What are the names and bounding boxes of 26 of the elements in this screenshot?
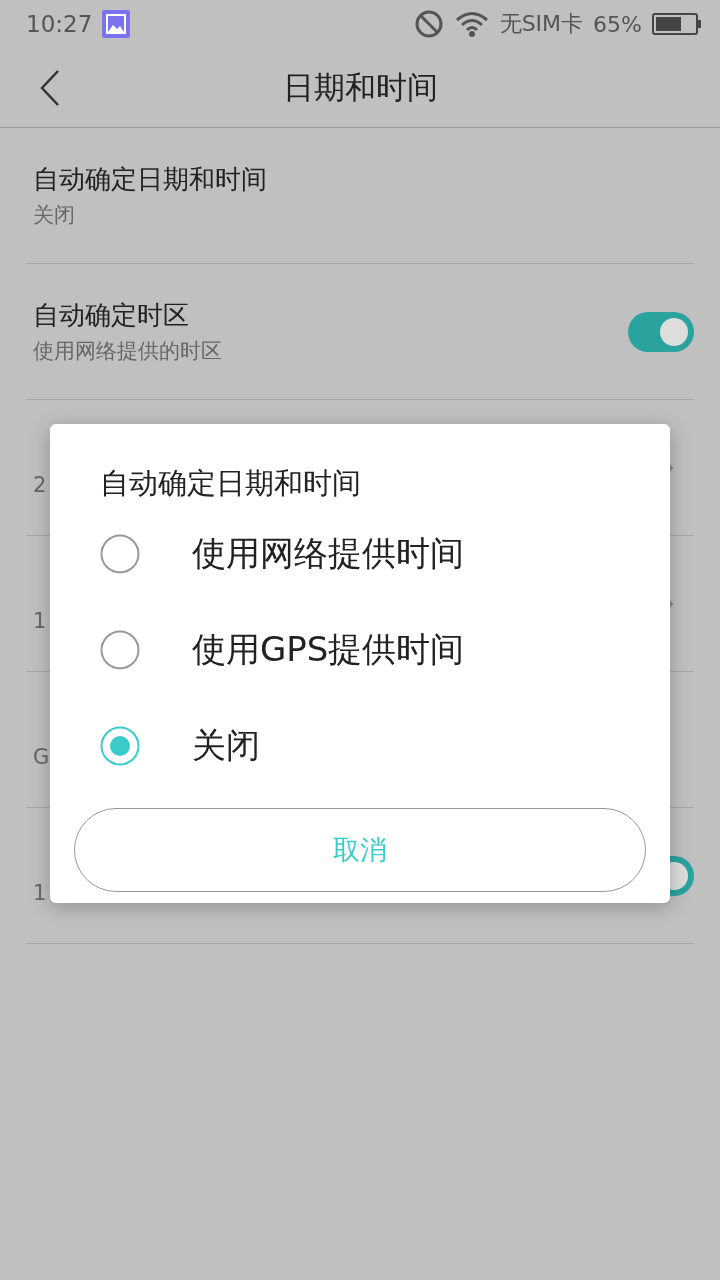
wifi-icon — [453, 10, 490, 38]
status-time: 10:27 — [26, 11, 93, 37]
settings-row[interactable]: 自动确定日期和时间 关闭 — [26, 128, 694, 264]
battery-percent: 65% — [593, 11, 642, 37]
toggle-switch[interactable] — [628, 311, 694, 352]
do-not-disturb-icon — [413, 9, 444, 39]
radio-option[interactable]: 使用网络提供时间 — [100, 506, 646, 602]
setting-value: 2 — [33, 473, 47, 497]
radio-button[interactable] — [100, 726, 140, 766]
settings-row[interactable]: 自动确定时区 使用网络提供的时区 — [26, 264, 694, 400]
sim-status: 无SIM卡 — [499, 10, 584, 38]
setting-value: 1 — [33, 609, 47, 633]
setting-title: 自动确定时区 — [33, 299, 189, 332]
battery-icon — [652, 13, 702, 35]
radio-button[interactable] — [100, 534, 140, 574]
radio-option[interactable]: 使用GPS提供时间 — [100, 602, 646, 698]
setting-value: 使用网络提供的时区 — [33, 338, 222, 365]
setting-value: 1 — [33, 881, 47, 905]
setting-value: G — [33, 745, 50, 769]
setting-value: 关闭 — [33, 202, 75, 229]
setting-title: 自动确定日期和时间 — [33, 163, 267, 196]
radio-button[interactable] — [100, 630, 140, 670]
image-icon — [102, 10, 131, 38]
radio-option[interactable]: 关闭 — [100, 698, 646, 794]
page-title: 日期和时间 — [282, 67, 438, 107]
dialog-title: 自动确定日期和时间 — [100, 465, 362, 502]
